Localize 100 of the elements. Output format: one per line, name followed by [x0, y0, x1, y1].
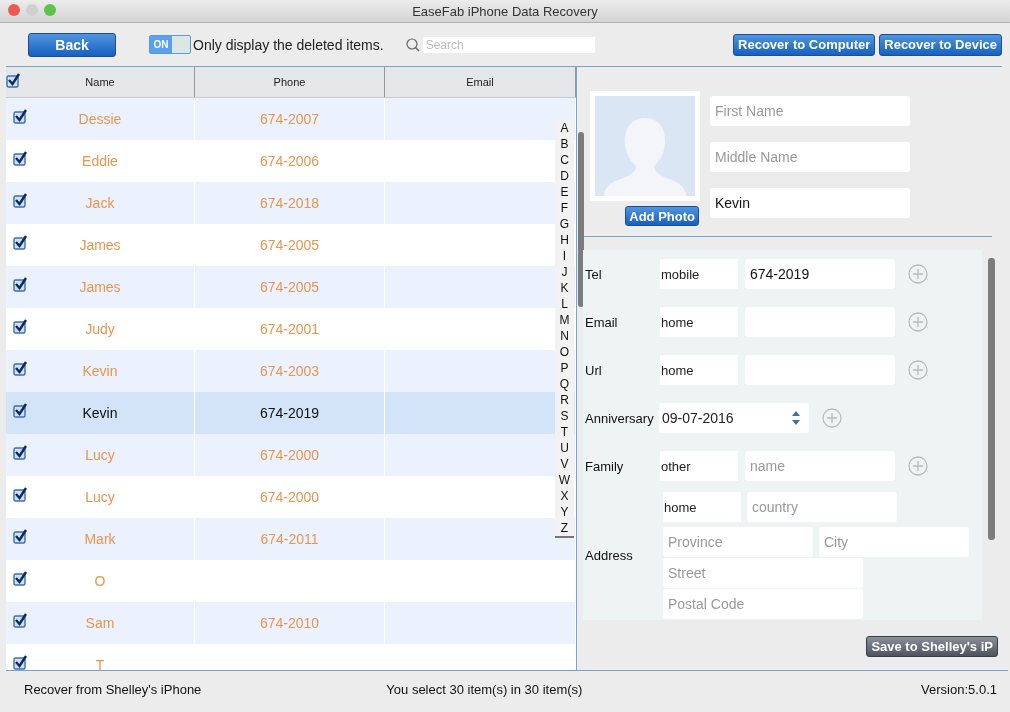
selection-count: You select 30 item(s) in 30 item(s)	[386, 682, 583, 697]
name-cell: James	[79, 279, 121, 295]
phone-cell: 674-2010	[259, 615, 320, 631]
name-cell: O	[94, 573, 106, 589]
index-letter[interactable]: C	[555, 152, 574, 168]
name-cell: Lucy	[85, 489, 115, 505]
checkbox[interactable]	[13, 445, 28, 460]
type-field[interactable]: home	[660, 355, 738, 385]
phone-cell: 674-2007	[259, 111, 320, 127]
phone-cell: 674-2003	[259, 363, 320, 379]
province-field[interactable]: Province	[663, 527, 813, 557]
phone-cell: 674-2000	[259, 489, 320, 505]
phone-cell: 674-2011	[260, 531, 319, 547]
phone-cell: 674-2005	[259, 237, 320, 253]
name-cell: Kevin	[82, 363, 118, 379]
index-letter[interactable]: H	[555, 232, 574, 248]
checkbox[interactable]	[13, 487, 28, 502]
type-field[interactable]: mobile	[660, 259, 738, 289]
name-cell: Jack	[85, 195, 115, 211]
version-label: Version:5.0.1	[921, 682, 997, 697]
field-label: Anniversary	[585, 410, 655, 426]
type-field[interactable]: home	[660, 307, 738, 337]
name-cell: Mark	[84, 531, 116, 547]
recover-to-computer-button[interactable]: Recover to Computer	[733, 33, 876, 56]
index-letter[interactable]: Y	[555, 504, 574, 520]
phone-cell: 674-2005	[259, 279, 320, 295]
postal-code-field[interactable]: Postal Code	[663, 589, 863, 619]
first-name-field[interactable]: First Name	[710, 96, 910, 126]
column-header[interactable]: Email	[466, 76, 494, 88]
checkbox[interactable]	[13, 613, 28, 628]
index-letter[interactable]: N	[555, 328, 574, 344]
name-cell: Eddie	[82, 153, 118, 169]
toggle-label: Only display the deleted items.	[193, 36, 384, 53]
save-button[interactable]: Save to Shelley's iP	[866, 636, 998, 657]
value-field[interactable]: 674-2019	[745, 259, 895, 289]
middle-name-field[interactable]: Middle Name	[710, 142, 910, 172]
checkbox[interactable]	[13, 655, 28, 670]
stepper-icon[interactable]	[791, 409, 801, 427]
index-letter[interactable]: Z	[555, 520, 574, 536]
checkbox[interactable]	[13, 193, 28, 208]
checkbox[interactable]	[13, 109, 28, 124]
date-field[interactable]: 09-07-2016	[659, 403, 809, 433]
checkbox[interactable]	[6, 73, 21, 88]
index-letter[interactable]: Q	[555, 376, 574, 392]
index-letter[interactable]: E	[555, 184, 574, 200]
index-letter[interactable]: K	[555, 280, 574, 296]
index-letter[interactable]: M	[555, 312, 574, 328]
name-cell: James	[79, 237, 121, 253]
field-label: Family	[585, 458, 625, 474]
checkbox[interactable]	[13, 235, 28, 250]
checkbox[interactable]	[13, 277, 28, 292]
search-icon	[405, 37, 420, 52]
index-letter[interactable]: J	[555, 264, 574, 280]
country-field[interactable]: country	[747, 492, 897, 522]
add-photo-button[interactable]: Add Photo	[625, 206, 699, 226]
field-label: Address	[585, 548, 634, 563]
column-header[interactable]: Phone	[273, 76, 306, 88]
checkbox[interactable]	[13, 361, 28, 376]
search-field[interactable]: Search	[422, 36, 595, 53]
index-letter[interactable]: F	[555, 200, 574, 216]
name-cell: Dessie	[78, 111, 122, 127]
name-cell: Judy	[85, 321, 115, 337]
phone-cell: 674-2019	[259, 405, 320, 421]
name-cell: Lucy	[85, 447, 115, 463]
index-letter[interactable]: V	[555, 456, 574, 472]
scrollbar-thumb[interactable]	[578, 132, 584, 307]
type-field[interactable]: other	[660, 451, 738, 481]
field-label: Email	[585, 314, 619, 330]
scrollbar-thumb[interactable]	[988, 258, 995, 540]
index-letter[interactable]: S	[555, 408, 574, 424]
last-name-field[interactable]: Kevin	[710, 188, 910, 218]
index-letter[interactable]: P	[555, 360, 574, 376]
close-icon[interactable]	[8, 4, 20, 16]
name-cell: Sam	[85, 615, 115, 631]
checkbox[interactable]	[13, 571, 28, 586]
status-source: Recover from Shelley's iPhone	[24, 682, 202, 697]
index-letter[interactable]: X	[555, 488, 574, 504]
index-letter[interactable]: U	[555, 440, 574, 456]
phone-cell: 674-2001	[259, 321, 320, 337]
city-field[interactable]: City	[819, 527, 969, 557]
checkbox[interactable]	[13, 319, 28, 334]
phone-cell: 674-2006	[259, 153, 320, 169]
phone-cell: 674-2018	[259, 195, 320, 211]
column-header[interactable]: Name	[85, 76, 115, 88]
back-button[interactable]: Back	[28, 32, 116, 57]
index-letter[interactable]: I	[555, 248, 574, 264]
street-field[interactable]: Street	[663, 558, 863, 588]
field-label: Url	[585, 362, 603, 378]
index-letter[interactable]: D	[555, 168, 574, 184]
value-field[interactable]: name	[745, 451, 895, 481]
checkbox[interactable]	[13, 403, 28, 418]
type-field[interactable]: home	[663, 492, 741, 522]
index-letter[interactable]: A	[555, 120, 574, 136]
field-label: Tel	[585, 266, 603, 282]
phone-cell: 674-2000	[259, 447, 320, 463]
window-title: EaseFab iPhone Data Recovery	[412, 3, 598, 19]
checkbox[interactable]	[13, 529, 28, 544]
recover-to-device-button[interactable]: Recover to Device	[879, 33, 1002, 56]
checkbox[interactable]	[13, 151, 28, 166]
index-letter[interactable]: R	[555, 392, 574, 408]
